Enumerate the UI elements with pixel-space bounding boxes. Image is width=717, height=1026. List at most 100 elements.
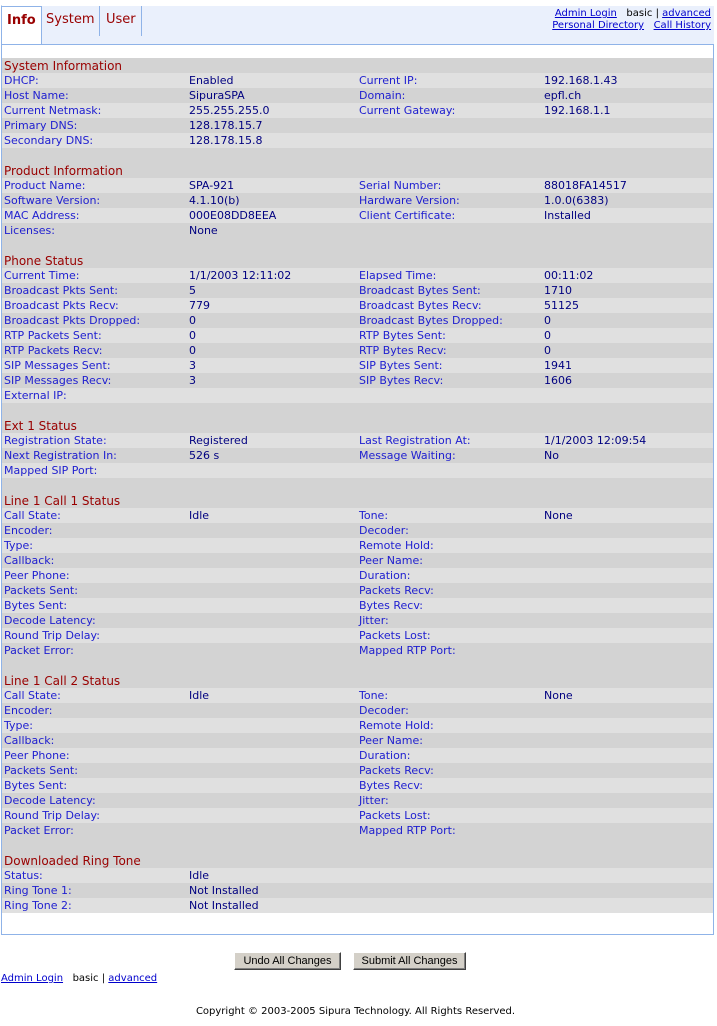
bottom-links: Admin Login basic | advanced	[1, 973, 157, 984]
field-label: Current Gateway:	[359, 104, 456, 117]
bottom-basic-mode-label: basic	[72, 973, 99, 984]
section-spacer	[2, 148, 713, 163]
section-title: Downloaded Ring Tone	[2, 853, 713, 868]
field-label: SIP Messages Sent:	[4, 359, 111, 372]
field-label: Type:	[4, 539, 33, 552]
field-value: Registered	[189, 434, 248, 447]
field-value: 0	[544, 314, 551, 327]
section-spacer	[2, 478, 713, 493]
section-title: Line 1 Call 1 Status	[2, 493, 713, 508]
field-label: Tone:	[359, 689, 389, 702]
field-label: Primary DNS:	[4, 119, 78, 132]
field-value: None	[189, 224, 218, 237]
field-label: Elapsed Time:	[359, 269, 437, 282]
field-label: Broadcast Bytes Recv:	[359, 299, 482, 312]
tab-system[interactable]: System	[41, 6, 101, 36]
field-label: Peer Name:	[359, 734, 423, 747]
section-spacer	[2, 403, 713, 418]
status-row: Encoder: Decoder:	[2, 703, 713, 718]
field-value: 128.178.15.7	[189, 119, 263, 132]
field-label: Product Name:	[4, 179, 86, 192]
status-row: Host Name: SipuraSPA Domain: epfl.ch	[2, 88, 713, 103]
field-label: Serial Number:	[359, 179, 442, 192]
status-row: Bytes Sent: Bytes Recv:	[2, 598, 713, 613]
field-label: DHCP:	[4, 74, 39, 87]
field-label: Domain:	[359, 89, 406, 102]
status-row: Peer Phone: Duration:	[2, 568, 713, 583]
field-value: 1710	[544, 284, 572, 297]
field-label: Peer Name:	[359, 554, 423, 567]
field-label: Call State:	[4, 509, 61, 522]
status-row: Round Trip Delay: Packets Lost:	[2, 808, 713, 823]
status-row: Software Version: 4.1.10(b) Hardware Versi…	[2, 193, 713, 208]
status-row: Peer Phone: Duration:	[2, 748, 713, 763]
bottom-admin-login-link[interactable]: Admin Login	[1, 973, 63, 984]
field-value: 51125	[544, 299, 579, 312]
field-value: 1941	[544, 359, 572, 372]
field-label: Packet Error:	[4, 824, 74, 837]
field-value: 00:11:02	[544, 269, 594, 282]
status-row: Packets Sent: Packets Recv:	[2, 763, 713, 778]
bottom-advanced-link[interactable]: advanced	[108, 973, 157, 984]
tab-user[interactable]: User	[101, 6, 142, 36]
field-label: Type:	[4, 719, 33, 732]
field-label: RTP Bytes Sent:	[359, 329, 446, 342]
status-row: Callback: Peer Name:	[2, 553, 713, 568]
field-value: 0	[189, 314, 196, 327]
field-value: 192.168.1.1	[544, 104, 611, 117]
field-label: Secondary DNS:	[4, 134, 94, 147]
mode-separator: |	[655, 8, 659, 19]
field-label: RTP Packets Recv:	[4, 344, 103, 357]
call-history-link[interactable]: Call History	[654, 20, 711, 31]
field-value: 0	[189, 329, 196, 342]
submit-all-changes-button[interactable]: Submit All Changes	[353, 952, 466, 970]
info-content-panel: System Information DHCP: Enabled Current IP…	[1, 44, 714, 935]
status-row: Encoder: Decoder:	[2, 523, 713, 538]
top-links: Admin Login basic | advanced Personal Di…	[552, 8, 711, 32]
field-label: Current Time:	[4, 269, 80, 282]
advanced-link[interactable]: advanced	[662, 8, 711, 19]
field-label: Broadcast Bytes Sent:	[359, 284, 481, 297]
admin-login-link[interactable]: Admin Login	[555, 8, 617, 19]
field-value: 3	[189, 374, 196, 387]
field-label: Peer Phone:	[4, 749, 70, 762]
section-spacer	[2, 658, 713, 673]
field-value: None	[544, 689, 573, 702]
status-row: Primary DNS: 128.178.15.7	[2, 118, 713, 133]
field-value: SPA-921	[189, 179, 235, 192]
field-label: Peer Phone:	[4, 569, 70, 582]
undo-all-changes-button[interactable]: Undo All Changes	[234, 952, 341, 970]
field-label: Ring Tone 1:	[4, 884, 72, 897]
section-spacer	[2, 238, 713, 253]
field-value: 1/1/2003 12:09:54	[544, 434, 647, 447]
field-label: Encoder:	[4, 524, 53, 537]
status-row: Broadcast Pkts Sent: 5 Broadcast Bytes Sen…	[2, 283, 713, 298]
tab-info[interactable]: Info	[1, 6, 42, 46]
field-value: 0	[544, 344, 551, 357]
field-label: Current IP:	[359, 74, 418, 87]
field-label: Bytes Recv:	[359, 779, 423, 792]
field-label: Call State:	[4, 689, 61, 702]
field-label: Broadcast Bytes Dropped:	[359, 314, 503, 327]
field-label: MAC Address:	[4, 209, 80, 222]
field-value: 526 s	[189, 449, 220, 462]
field-label: Current Netmask:	[4, 104, 102, 117]
section-title: Product Information	[2, 163, 713, 178]
section-title: System Information	[2, 58, 713, 73]
field-label: Callback:	[4, 554, 55, 567]
field-label: Mapped RTP Port:	[359, 644, 456, 657]
status-row: Ring Tone 1: Not Installed	[2, 883, 713, 898]
status-row: SIP Messages Recv: 3 SIP Bytes Recv: 1606	[2, 373, 713, 388]
personal-directory-link[interactable]: Personal Directory	[552, 20, 644, 31]
status-row: SIP Messages Sent: 3 SIP Bytes Sent: 1941	[2, 358, 713, 373]
field-value: Not Installed	[189, 884, 259, 897]
field-label: SIP Bytes Sent:	[359, 359, 443, 372]
status-row: Status: Idle	[2, 868, 713, 883]
field-label: Ring Tone 2:	[4, 899, 72, 912]
status-row: DHCP: Enabled Current IP: 192.168.1.43	[2, 73, 713, 88]
field-label: RTP Bytes Recv:	[359, 344, 447, 357]
status-row: Registration State: Registered Last Regist…	[2, 433, 713, 448]
field-value: SipuraSPA	[189, 89, 245, 102]
field-label: Broadcast Pkts Recv:	[4, 299, 119, 312]
field-label: RTP Packets Sent:	[4, 329, 102, 342]
